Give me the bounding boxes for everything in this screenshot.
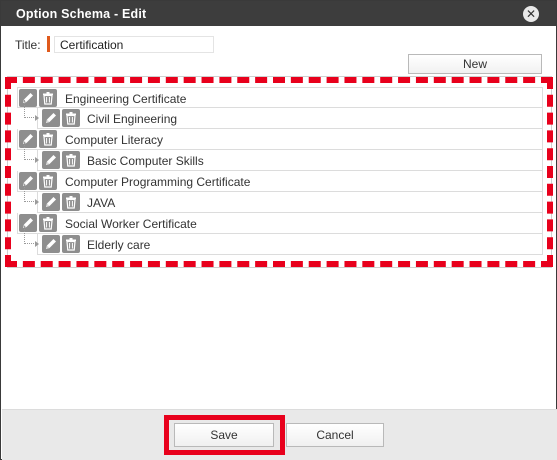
- required-marker: [47, 36, 50, 52]
- tree-row-parent: Computer Literacy: [17, 129, 543, 150]
- pencil-icon[interactable]: [42, 193, 60, 211]
- close-icon[interactable]: ✕: [523, 6, 539, 22]
- tree-connector: [24, 226, 39, 247]
- dialog-footer: [2, 409, 557, 460]
- tree-item-label: Computer Programming Certificate: [65, 175, 251, 189]
- title-input[interactable]: [54, 36, 214, 53]
- trash-icon[interactable]: [62, 109, 80, 127]
- pencil-icon[interactable]: [42, 151, 60, 169]
- trash-icon[interactable]: [39, 130, 57, 148]
- pencil-icon[interactable]: [42, 235, 60, 253]
- trash-icon[interactable]: [39, 172, 57, 190]
- trash-icon[interactable]: [39, 89, 57, 107]
- cancel-button[interactable]: Cancel: [286, 423, 384, 447]
- dialog-titlebar: Option Schema - Edit ✕: [1, 1, 556, 26]
- tree-row-parent: Computer Programming Certificate: [17, 171, 543, 192]
- tree-item-label: Basic Computer Skills: [87, 154, 204, 168]
- tree-item-label: Computer Literacy: [65, 133, 164, 147]
- tree-item-label: Elderly care: [87, 238, 151, 252]
- option-tree: Engineering Certificate Civil Engineerin…: [17, 87, 543, 255]
- tree-connector: [24, 142, 39, 163]
- option-schema-dialog: Option Schema - Edit ✕ Title: New Engine…: [0, 0, 557, 460]
- new-button[interactable]: New: [408, 54, 542, 74]
- tree-row-child: Civil Engineering: [24, 100, 543, 129]
- tree-row-parent: Engineering Certificate: [17, 87, 543, 108]
- tree-row-child: JAVA: [24, 184, 543, 213]
- tree-item-label: Engineering Certificate: [65, 92, 187, 106]
- trash-icon[interactable]: [39, 214, 57, 232]
- tree-connector: [24, 184, 39, 205]
- trash-icon[interactable]: [62, 235, 80, 253]
- tree-connector: [24, 100, 39, 121]
- tree-row-parent: Social Worker Certificate: [17, 213, 543, 234]
- save-button[interactable]: Save: [174, 423, 274, 447]
- trash-icon[interactable]: [62, 193, 80, 211]
- trash-icon[interactable]: [62, 151, 80, 169]
- title-label: Title:: [15, 38, 41, 52]
- dialog-title: Option Schema - Edit: [16, 7, 147, 21]
- tree-row-child: Elderly care: [24, 226, 543, 255]
- tree-row-child: Basic Computer Skills: [24, 142, 543, 171]
- pencil-icon[interactable]: [42, 109, 60, 127]
- tree-item-label: Civil Engineering: [87, 112, 178, 126]
- tree-item-label: JAVA: [87, 196, 116, 210]
- tree-item-label: Social Worker Certificate: [65, 217, 197, 231]
